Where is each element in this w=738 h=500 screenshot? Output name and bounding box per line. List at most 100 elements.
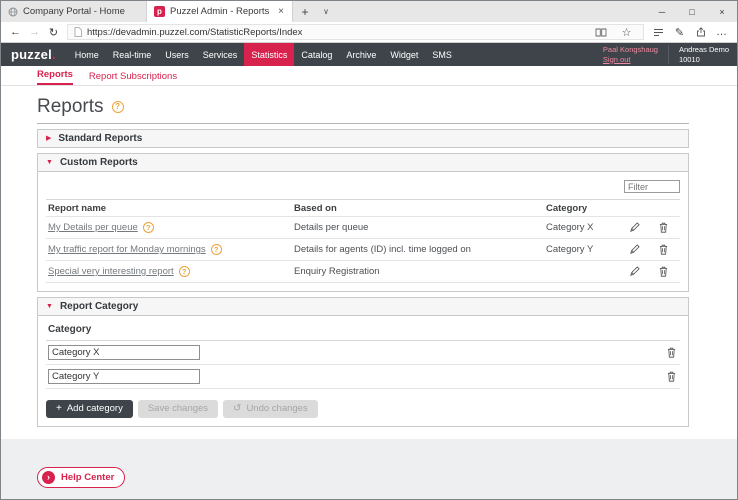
hub-icon[interactable] (648, 28, 669, 37)
sub-navbar: Reports Report Subscriptions (1, 66, 737, 86)
title-divider (37, 123, 689, 124)
filter-input[interactable] (624, 180, 680, 193)
page-title: Reports (37, 96, 104, 118)
browser-tab-bar: Company Portal - Home p Puzzel Admin - R… (1, 1, 737, 22)
add-category-button[interactable]: + Add category (46, 400, 133, 418)
tab-list-chevron-icon[interactable]: ∨ (317, 1, 335, 22)
account-name: Andreas Demo (679, 45, 729, 55)
category-cell: Category Y (546, 244, 620, 255)
help-icon[interactable]: ? (112, 101, 124, 113)
tab-reports[interactable]: Reports (37, 69, 73, 85)
table-header-row: Report name Based on Category (46, 199, 680, 217)
back-icon[interactable]: ← (6, 26, 25, 38)
plus-icon: + (56, 404, 62, 414)
minimize-button[interactable]: ─ (647, 1, 677, 22)
url-field[interactable]: https://devadmin.puzzel.com/StatisticRep… (67, 24, 644, 40)
menu-item-widget[interactable]: Widget (383, 43, 425, 66)
signed-in-user: Paal Kongshaug Sign out (603, 45, 669, 65)
more-icon[interactable]: … (711, 26, 732, 38)
menu-item-archive[interactable]: Archive (339, 43, 383, 66)
main-navbar: puzzel. Home Real-time Users Services St… (1, 43, 737, 66)
undo-changes-button[interactable]: ↺ Undo changes (223, 400, 318, 418)
delete-icon[interactable] (648, 244, 678, 255)
user-area: Paal Kongshaug Sign out Andreas Demo 100… (603, 43, 729, 66)
tab-puzzel-admin[interactable]: p Puzzel Admin - Reports × (147, 1, 293, 22)
standard-reports-header[interactable]: ▶ Standard Reports (38, 130, 688, 147)
section-title: Custom Reports (60, 157, 138, 168)
help-icon[interactable]: ? (143, 222, 154, 233)
based-on-cell: Details per queue (294, 222, 546, 233)
custom-reports-header[interactable]: ▼ Custom Reports (38, 154, 688, 171)
window-controls: ─ □ × (647, 1, 737, 22)
new-tab-button[interactable]: + (293, 1, 317, 22)
help-icon[interactable]: ? (211, 244, 222, 255)
url-text: https://devadmin.puzzel.com/StatisticRep… (87, 27, 585, 38)
delete-icon[interactable] (648, 266, 678, 277)
tab-report-subscriptions[interactable]: Report Subscriptions (89, 71, 177, 85)
category-name-input[interactable] (48, 369, 200, 384)
report-link[interactable]: My Details per queue (48, 222, 138, 233)
address-bar: ← → ↻ https://devadmin.puzzel.com/Statis… (1, 22, 737, 43)
tab-title: Puzzel Admin - Reports (170, 6, 272, 17)
help-center-button[interactable]: › Help Center (37, 467, 125, 488)
help-center-arrow-icon: › (42, 471, 55, 484)
menu-item-statistics[interactable]: Statistics (244, 43, 294, 66)
col-based-on: Based on (294, 203, 546, 214)
close-button[interactable]: × (707, 1, 737, 22)
delete-icon[interactable] (667, 347, 676, 358)
tab-close-icon[interactable]: × (277, 6, 285, 17)
help-center-label: Help Center (61, 472, 114, 483)
refresh-icon[interactable]: ↻ (44, 26, 63, 39)
chevron-right-icon: ▶ (46, 135, 51, 142)
edit-icon[interactable] (620, 244, 648, 255)
edit-icon[interactable] (620, 266, 648, 277)
account-id: 10010 (679, 55, 729, 65)
sign-out-link[interactable]: Sign out (603, 55, 658, 65)
category-column-header: Category (48, 324, 91, 335)
save-changes-button[interactable]: Save changes (138, 400, 218, 418)
category-name-input[interactable] (48, 345, 200, 360)
menu-item-services[interactable]: Services (196, 43, 245, 66)
section-title: Standard Reports (58, 133, 142, 144)
custom-reports-section: ▼ Custom Reports Report name Based on Ca… (37, 153, 689, 292)
standard-reports-section: ▶ Standard Reports (37, 129, 689, 148)
menu-item-real-time[interactable]: Real-time (106, 43, 159, 66)
reading-view-icon[interactable] (590, 28, 611, 37)
forward-icon[interactable]: → (25, 26, 44, 38)
puzzel-logo: puzzel. (11, 43, 56, 66)
section-title: Report Category (60, 301, 138, 312)
chevron-down-icon: ▼ (46, 159, 53, 166)
delete-icon[interactable] (667, 371, 676, 382)
user-name: Paal Kongshaug (603, 45, 658, 55)
web-note-icon[interactable]: ✎ (669, 26, 690, 39)
tab-title: Company Portal - Home (23, 6, 139, 17)
favorites-star-icon[interactable]: ☆ (616, 26, 637, 39)
menu-item-home[interactable]: Home (68, 43, 106, 66)
globe-icon (8, 7, 18, 17)
report-category-section: ▼ Report Category Category (37, 297, 689, 427)
delete-icon[interactable] (648, 222, 678, 233)
page-content: Reports ? ▶ Standard Reports ▼ Custom Re… (1, 86, 737, 439)
based-on-cell: Details for agents (ID) incl. time logge… (294, 244, 546, 255)
table-row: My traffic report for Monday mornings ? … (46, 239, 680, 261)
menu-item-sms[interactable]: SMS (425, 43, 459, 66)
table-row: Special very interesting report ? Enquir… (46, 261, 680, 283)
undo-icon: ↺ (233, 404, 241, 414)
tab-company-portal[interactable]: Company Portal - Home (1, 1, 147, 22)
help-icon[interactable]: ? (179, 266, 190, 277)
browser-window: Company Portal - Home p Puzzel Admin - R… (0, 0, 738, 500)
report-link[interactable]: My traffic report for Monday mornings (48, 244, 206, 255)
page-icon (74, 27, 82, 37)
edit-icon[interactable] (620, 222, 648, 233)
category-row (46, 365, 680, 389)
report-link[interactable]: Special very interesting report (48, 266, 174, 277)
share-icon[interactable] (690, 27, 711, 37)
maximize-button[interactable]: □ (677, 1, 707, 22)
menu-item-catalog[interactable]: Catalog (294, 43, 339, 66)
chevron-down-icon: ▼ (46, 303, 53, 310)
category-row (46, 341, 680, 365)
custom-reports-table: Report name Based on Category My Details… (46, 199, 680, 283)
table-row: My Details per queue ? Details per queue… (46, 217, 680, 239)
menu-item-users[interactable]: Users (158, 43, 196, 66)
report-category-header[interactable]: ▼ Report Category (38, 298, 688, 315)
